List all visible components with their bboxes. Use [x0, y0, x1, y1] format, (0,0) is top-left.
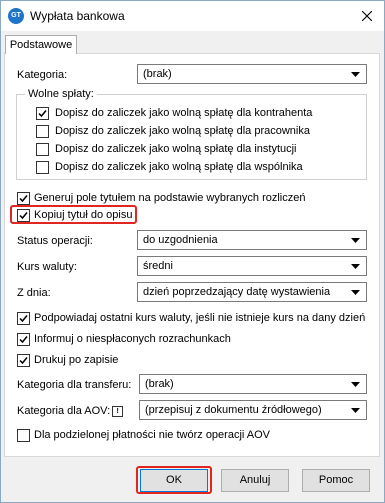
chevron-down-icon — [351, 238, 360, 243]
chevron-down-icon — [351, 264, 360, 269]
checkbox-podzielona-platnosc[interactable] — [17, 429, 30, 442]
checkbox-kopiuj-tytul[interactable] — [17, 209, 30, 222]
kurs-select[interactable]: średni — [137, 256, 367, 276]
podzielona-platnosc-label: Dla podzielonej płatności nie twórz oper… — [34, 429, 271, 441]
kat-transfer-select[interactable]: (brak) — [139, 374, 367, 394]
checkbox-wolna-instytucja[interactable] — [36, 143, 49, 156]
checkbox-wolna-kontrahent[interactable] — [36, 107, 49, 120]
z-dnia-value: dzień poprzedzający datę wystawienia — [143, 286, 331, 298]
chevron-down-icon — [351, 290, 360, 295]
drukuj-label: Drukuj po zapisie — [34, 354, 119, 366]
kat-aov-label-text: Kategoria dla AOV: — [17, 405, 111, 417]
chevron-down-icon — [351, 408, 360, 413]
status-value: do uzgodnienia — [143, 234, 218, 246]
kategoria-value: (brak) — [143, 68, 172, 80]
checkbox-informuj[interactable] — [17, 333, 30, 346]
z-dnia-select[interactable]: dzień poprzedzający datę wystawienia — [137, 282, 367, 302]
checkbox-drukuj[interactable] — [17, 354, 30, 367]
pomoc-button[interactable]: Pomoc — [302, 469, 370, 492]
close-button[interactable] — [350, 1, 384, 31]
kat-aov-label: Kategoria dla AOV:! — [17, 405, 124, 417]
informuj-label: Informuj o niespłaconych rozrachunkach — [34, 333, 231, 345]
checkmark-icon — [19, 315, 28, 323]
kat-aov-select[interactable]: (przepisuj z dokumentu źródłowego) — [139, 400, 367, 420]
checkbox-generuj-tytul[interactable] — [17, 192, 30, 205]
generuj-tytul-label: Generuj pole tytułem na podstawie wybran… — [34, 192, 306, 204]
anuluj-button[interactable]: Anuluj — [221, 469, 289, 492]
checkbox-podpowiadaj-kurs[interactable] — [17, 312, 30, 325]
checkbox-wolna-pracownik[interactable] — [36, 125, 49, 138]
wolne-splaty-title: Wolne spłaty: — [25, 88, 97, 100]
kategoria-label: Kategoria: — [17, 69, 68, 81]
app-logo-icon: GT — [8, 8, 24, 24]
tab-podstawowe[interactable]: Podstawowe — [5, 35, 77, 54]
wolna-pracownik-label: Dopisz do zaliczek jako wolną spłatę dla… — [55, 125, 310, 137]
kat-transfer-value: (brak) — [145, 378, 174, 390]
chevron-down-icon — [351, 382, 360, 387]
close-icon — [362, 11, 372, 21]
podpowiadaj-kurs-label: Podpowiadaj ostatni kurs waluty, jeśli n… — [34, 312, 366, 324]
kopiuj-tytul-label: Kopiuj tytuł do opisu — [34, 209, 133, 221]
title-bar: GT Wypłata bankowa — [1, 1, 384, 31]
checkmark-icon — [38, 110, 47, 118]
window-title: Wypłata bankowa — [30, 9, 125, 23]
checkmark-icon — [19, 336, 28, 344]
checkmark-icon — [19, 357, 28, 365]
kat-aov-value: (przepisuj z dokumentu źródłowego) — [145, 404, 322, 416]
dialog-window: GT Wypłata bankowa Podstawowe Kategoria:… — [0, 0, 385, 503]
wolna-instytucja-label: Dopisz do zaliczek jako wolną spłatę dla… — [55, 143, 297, 155]
wolna-wspolnik-label: Dopisz do zaliczek jako wolną spłatę dla… — [55, 161, 303, 173]
checkbox-wolna-wspolnik[interactable] — [36, 161, 49, 174]
info-badge-icon: ! — [112, 406, 124, 417]
kurs-label: Kurs waluty: — [17, 261, 77, 273]
kat-transfer-label: Kategoria dla transferu: — [17, 379, 132, 391]
checkmark-icon — [19, 195, 28, 203]
status-select[interactable]: do uzgodnienia — [137, 230, 367, 250]
kategoria-select[interactable]: (brak) — [137, 64, 367, 84]
z-dnia-label: Z dnia: — [17, 287, 51, 299]
checkmark-icon — [19, 212, 28, 220]
ok-button[interactable]: OK — [140, 469, 208, 492]
wolna-kontrahent-label: Dopisz do zaliczek jako wolną spłatę dla… — [55, 107, 313, 119]
chevron-down-icon — [351, 72, 360, 77]
status-label: Status operacji: — [17, 235, 93, 247]
kurs-value: średni — [143, 260, 173, 272]
